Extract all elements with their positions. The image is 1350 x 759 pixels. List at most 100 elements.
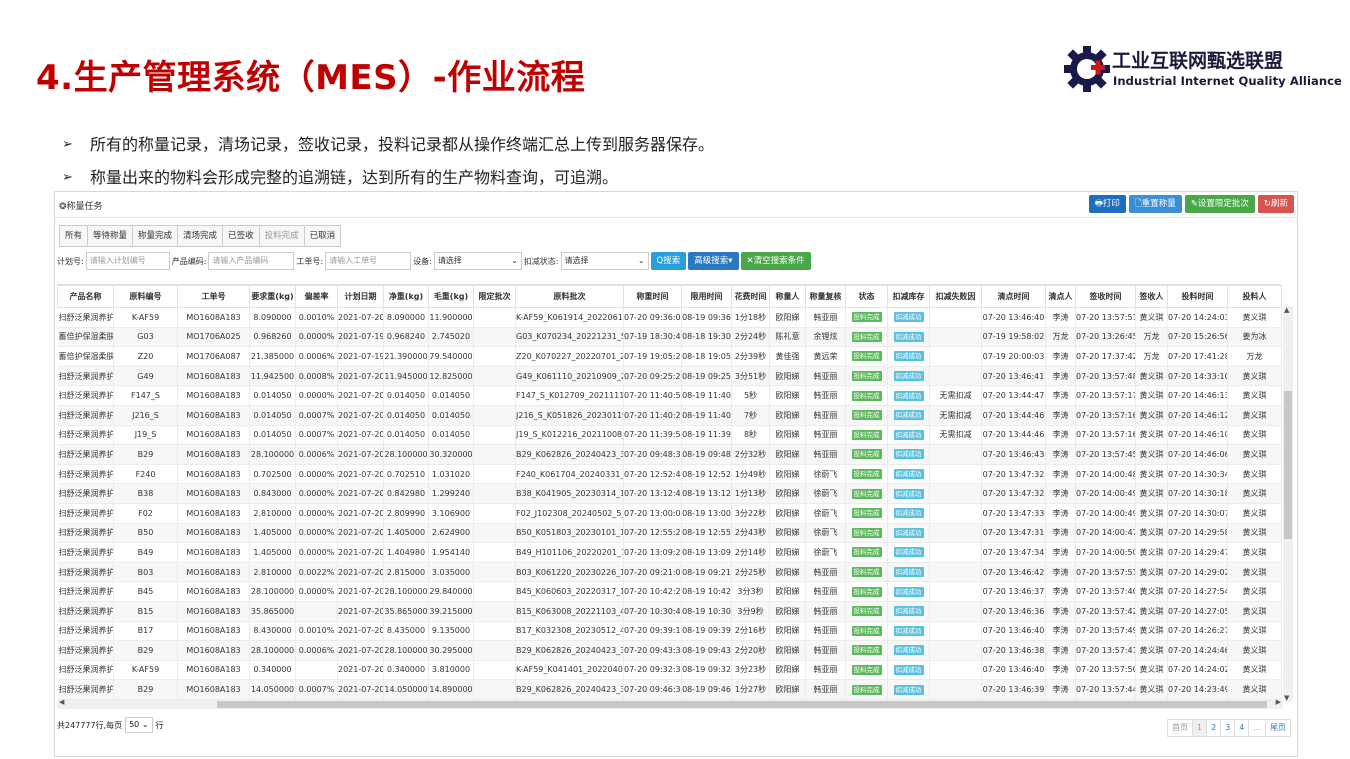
table-cell: 07-20 13:26:45 <box>1075 327 1136 348</box>
column-header[interactable]: 称重时间 <box>623 285 682 308</box>
clear-search-button[interactable]: ✕清空搜索条件 <box>740 252 811 270</box>
horizontal-scroll-thumb[interactable] <box>217 701 1267 708</box>
last-page-button[interactable]: 尾页 <box>1266 720 1290 736</box>
horizontal-scrollbar[interactable]: ◀ ▶ <box>57 698 1283 709</box>
page-2-button[interactable]: 2 <box>1207 720 1222 736</box>
table-row[interactable]: 蓄倍护保湿柔肤水G03MO1706A0250.9682600.0000%2021… <box>57 327 1282 348</box>
column-header[interactable]: 称量复核 <box>805 285 846 308</box>
table-row[interactable]: 扫舒泛果润养护…B29MO1608A18314.0500000.0007%202… <box>57 679 1282 700</box>
column-header[interactable]: 清点时间 <box>981 285 1046 308</box>
column-header[interactable]: 称量人 <box>769 285 806 308</box>
table-row[interactable]: 扫舒泛果润养护…K-AF59MO1608A1838.0900000.0010%2… <box>57 307 1282 328</box>
tab-cleared[interactable]: 清场完成 <box>178 226 224 246</box>
table-cell: 扫舒泛果润养护… <box>57 601 114 622</box>
column-header[interactable]: 工单号 <box>177 285 250 308</box>
search-button[interactable]: Q搜索 <box>650 252 687 270</box>
tab-waiting[interactable]: 等待称量 <box>88 226 134 246</box>
deduct-select[interactable]: 请选择 ⌄ <box>560 252 649 270</box>
status-badge: 投料完成 <box>851 625 882 636</box>
table-row[interactable]: 扫舒泛果润养护…B38MO1608A1830.8430000.0000%2021… <box>57 483 1282 504</box>
table-cell: 2021-07-20 <box>337 483 384 504</box>
column-header[interactable]: 投料人 <box>1227 285 1282 308</box>
advanced-search-button[interactable]: 高级搜索▾ <box>688 252 739 270</box>
order-input[interactable]: 请输入工单号 <box>325 252 412 270</box>
table-cell: 韩亚丽 <box>805 621 846 642</box>
first-page-button[interactable]: 首页 <box>1168 720 1193 736</box>
column-header[interactable]: 签收人 <box>1135 285 1168 308</box>
table-cell: 余锂炫 <box>805 327 846 348</box>
tab-weighed[interactable]: 称量完成 <box>133 226 179 246</box>
table-cell: 0.702500 <box>249 464 296 485</box>
bullet-text: 称量出来的物料会形成完整的追溯链，达到所有的生产物料查询，可追溯。 <box>90 167 619 187</box>
table-row[interactable]: 扫舒泛果润养护…F240MO1608A1830.7025000.0000%202… <box>57 464 1282 485</box>
table-cell: 08-19 09:32 <box>681 660 732 681</box>
table-cell: 07-20 13:47:32 <box>981 464 1046 485</box>
scroll-right-icon[interactable]: ▶ <box>1276 698 1281 706</box>
column-header[interactable]: 毛重(kg) <box>428 285 474 308</box>
table-cell: 无需扣减 <box>929 425 982 446</box>
table-row[interactable]: 蓄倍护保湿柔肤水Z20MO1706A08721.3850000.0006%202… <box>57 346 1282 367</box>
set-batch-limit-button[interactable]: ✎设置限定批次 <box>1184 195 1255 213</box>
column-header[interactable]: 偏差率 <box>295 285 338 308</box>
column-header[interactable]: 原料批次 <box>515 285 624 308</box>
column-header[interactable]: 产品名称 <box>57 285 114 308</box>
page-4-button[interactable]: 4 <box>1235 720 1250 736</box>
column-header[interactable]: 原料编号 <box>113 285 178 308</box>
stock-cell: 扣减成功 <box>887 483 930 504</box>
scroll-up-icon[interactable]: ▲ <box>1284 306 1289 314</box>
tab-signed[interactable]: 已签收 <box>223 226 260 246</box>
column-header[interactable]: 投料时间 <box>1167 285 1228 308</box>
table-cell: 李涛 <box>1045 640 1076 661</box>
table-row[interactable]: 扫舒泛果润养护…B29MO1608A18328.1000000.0006%202… <box>57 640 1282 661</box>
table-row[interactable]: 扫舒泛果润养护…F147_SMO1608A1830.0140500.0000%2… <box>57 385 1282 406</box>
table-row[interactable]: 扫舒泛果润养护…B03MO1608A1832.8100000.0022%2021… <box>57 562 1282 583</box>
table-row[interactable]: 扫舒泛果润养护…B49MO1608A1831.4050000.0000%2021… <box>57 542 1282 563</box>
column-header[interactable]: 限用时间 <box>681 285 732 308</box>
stock-cell: 扣减成功 <box>887 425 930 446</box>
tab-all[interactable]: 所有 <box>60 226 89 246</box>
tab-fed[interactable]: 投料完成 <box>259 226 305 246</box>
table-row[interactable]: 扫舒泛果润养护…G49MO1608A18311.9425000.0008%202… <box>57 366 1282 387</box>
table-row[interactable]: 扫舒泛果润养护…J216_SMO1608A1830.0140500.0007%2… <box>57 405 1282 426</box>
status-cell: 投料完成 <box>845 621 888 642</box>
vertical-scroll-thumb[interactable] <box>1284 391 1292 539</box>
table-cell: 李涛 <box>1045 444 1076 465</box>
page-size-select[interactable]: 50 ⌄ <box>125 717 153 733</box>
table-row[interactable]: 扫舒泛果润养护…B29MO1608A18328.1000000.0006%202… <box>57 444 1282 465</box>
table-row[interactable]: 扫舒泛果润养护…B45MO1608A18328.1000000.0000%202… <box>57 581 1282 602</box>
column-header[interactable]: 状态 <box>845 285 888 308</box>
table-cell: 韩亚丽 <box>805 425 846 446</box>
product-input[interactable]: 请输入产品编码 <box>208 252 295 270</box>
rows-suffix: 行 <box>155 720 164 730</box>
column-header[interactable]: 签收时间 <box>1075 285 1136 308</box>
table-row[interactable]: 扫舒泛果润养护…J19_SMO1608A1830.0140500.0007%20… <box>57 425 1282 446</box>
page-3-button[interactable]: 3 <box>1221 720 1236 736</box>
table-row[interactable]: 扫舒泛果润养护…B50MO1608A1831.4050000.0000%2021… <box>57 523 1282 544</box>
tab-cancelled[interactable]: 已取消 <box>304 226 341 246</box>
refresh-button[interactable]: ↻刷新 <box>1257 195 1294 213</box>
device-select[interactable]: 请选择 ⌄ <box>433 252 522 270</box>
column-header[interactable]: 清点人 <box>1045 285 1076 308</box>
plan-input[interactable]: 请输入计划编号 <box>85 252 170 270</box>
table-row[interactable]: 扫舒泛果润养护…B15MO1608A18335.8650002021-07-20… <box>57 601 1282 622</box>
table-cell <box>473 542 516 563</box>
column-header[interactable]: 要求重(kg) <box>249 285 296 308</box>
scroll-down-icon[interactable]: ▼ <box>1284 694 1289 702</box>
column-header[interactable]: 计划日期 <box>337 285 384 308</box>
page-1-button[interactable]: 1 <box>1192 720 1208 736</box>
scroll-left-icon[interactable]: ◀ <box>59 698 64 706</box>
column-header[interactable]: 扣减库存 <box>887 285 930 308</box>
vertical-scrollbar[interactable]: ▲ ▼ <box>1283 306 1293 702</box>
column-header[interactable]: 花费时间 <box>731 285 770 308</box>
table-row[interactable]: 扫舒泛果润养护…F02MO1608A1832.8100000.0000%2021… <box>57 503 1282 524</box>
reset-weighing-button[interactable]: 🗋重置称量 <box>1128 195 1182 213</box>
table-row[interactable]: 扫舒泛果润养护…B17MO1608A1838.4300000.0010%2021… <box>57 621 1282 642</box>
print-button[interactable]: 🖶打印 <box>1088 195 1126 213</box>
column-header[interactable]: 净重(kg) <box>383 285 429 308</box>
column-header[interactable]: 限定批次 <box>473 285 516 308</box>
status-cell: 投料完成 <box>845 503 888 524</box>
column-header[interactable]: 扣减失败因 <box>929 285 982 308</box>
table-row[interactable]: 扫舒泛果润养护…K-AF59MO1608A1830.3400002021-07-… <box>57 660 1282 681</box>
table-cell: 黄义琪 <box>1135 679 1168 700</box>
status-cell: 投料完成 <box>845 405 888 426</box>
